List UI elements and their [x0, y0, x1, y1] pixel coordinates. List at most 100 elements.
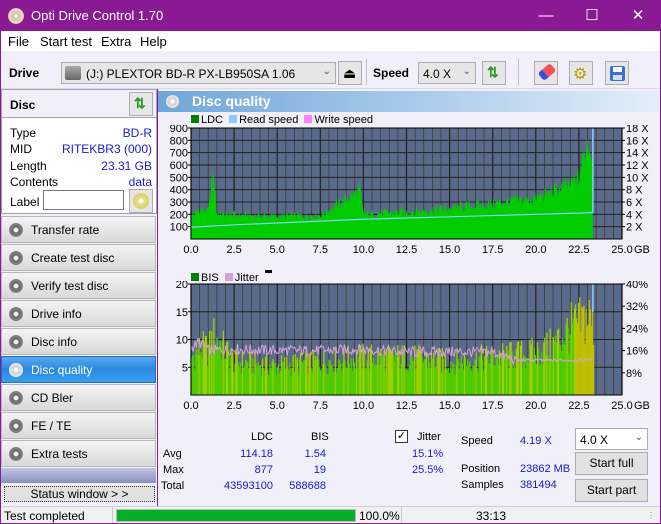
y-tick-label: 400 — [170, 185, 188, 197]
x-tick-label: 7.5 — [313, 400, 328, 412]
x-tick-label: 5.0 — [270, 400, 285, 412]
x-tick-label: 2.5 — [226, 400, 241, 412]
y2-tick-label: 2 X — [626, 222, 643, 234]
y2-tick-label: 8 X — [626, 185, 643, 197]
x-tick-label: 12.5 — [396, 400, 417, 412]
y2-tick-label: 16% — [626, 346, 648, 358]
nav-transfer-rate[interactable]: Transfer rate — [1, 216, 156, 243]
bis-chart: 5 10 15 20 8% 16% 24% 32% 40% 0.0 2.5 5.0 7.5 10.0 12.… — [176, 281, 650, 412]
x-tick-label: 7.5 — [313, 244, 328, 256]
disc-nav-icon — [9, 447, 23, 461]
stats-avg-ldc: 114.18 — [240, 448, 273, 460]
start-full-button[interactable]: Start full — [575, 452, 648, 475]
y-tick-label: 700 — [170, 148, 188, 160]
test-speed-select[interactable]: 4.0 X ⌄ — [575, 428, 648, 450]
x-axis-label: GB — [634, 244, 650, 256]
refresh-arrows-icon: ⇅ — [134, 95, 146, 111]
y2-tick-label: 6 X — [626, 197, 643, 209]
stats-total-ldc: 43593100 — [224, 480, 273, 492]
progress-bar — [116, 509, 356, 522]
drive-icon — [65, 66, 81, 80]
toolbar: Drive (J:) PLEXTOR BD-R PX-LB950SA 1.06 … — [1, 51, 660, 89]
x-tick-label: 22.5 — [568, 400, 589, 412]
eject-button[interactable]: ⏏ — [338, 61, 362, 85]
legend-swatch-bis — [191, 273, 199, 281]
disc-label-input[interactable] — [43, 190, 124, 210]
window-title: Opti Drive Control 1.70 — [31, 8, 164, 23]
samples-label: Samples — [461, 479, 504, 491]
floppy-save-icon — [610, 66, 625, 81]
disc-refresh-button[interactable]: ⇅ — [129, 92, 153, 116]
x-tick-label: 25.0 — [611, 244, 632, 256]
status-window-button[interactable]: Status window > > — [4, 486, 155, 502]
maximize-button[interactable]: ☐ — [569, 0, 615, 31]
stats-max-ldc: 877 — [254, 464, 273, 476]
y-tick-label: 600 — [170, 160, 188, 172]
save-button[interactable] — [605, 61, 629, 85]
refresh-button[interactable]: ⇅ — [482, 61, 506, 85]
start-part-button[interactable]: Start part — [575, 479, 648, 502]
stats-total-bis: 588688 — [289, 480, 326, 492]
toolbar-divider — [366, 59, 367, 85]
x-tick-label: 0.0 — [183, 400, 198, 412]
y2-tick-label: 32% — [626, 301, 648, 313]
chevron-down-icon: ⌄ — [322, 66, 331, 77]
legend-swatch-ldc — [191, 115, 199, 123]
jitter-checkbox[interactable]: ✓ — [395, 430, 408, 443]
refresh-arrows-icon: ⇅ — [487, 64, 499, 80]
gears-icon: ⚙ — [573, 66, 588, 83]
title-bar: Opti Drive Control 1.70 — ☐ ✕ — [0, 0, 661, 31]
nav-cd-bler[interactable]: CD Bler — [1, 384, 156, 411]
x-tick-label: 22.5 — [568, 244, 589, 256]
settings-button[interactable]: ⚙ — [569, 61, 593, 85]
x-axis-label: GB — [634, 400, 650, 412]
disc-header: Disc — [10, 98, 36, 112]
x-tick-label: 17.5 — [482, 400, 503, 412]
legend-marker — [264, 270, 272, 273]
disc-icon — [133, 193, 149, 209]
nav-fe-te[interactable]: FE / TE — [1, 412, 156, 439]
x-tick-label: 15.0 — [439, 400, 460, 412]
x-tick-label: 10.0 — [353, 400, 374, 412]
nav-drive-info[interactable]: Drive info — [1, 300, 156, 327]
stats-col-bis: BIS — [311, 431, 329, 443]
status-divider — [112, 507, 113, 523]
y2-tick-label: 18 X — [626, 125, 649, 135]
y2-tick-label: 16 X — [626, 135, 649, 147]
y-tick-label: 5 — [182, 362, 188, 374]
disc-quality-panel: Disc quality LDC Read speed Write speed … — [158, 89, 660, 506]
panel-title: Disc quality — [192, 93, 271, 109]
disc-label-button[interactable] — [129, 189, 153, 213]
y2-tick-label: 14 X — [626, 148, 649, 160]
x-tick-label: 20.0 — [525, 400, 546, 412]
menu-file[interactable]: File — [8, 34, 29, 49]
nav-disc-info[interactable]: Disc info — [1, 328, 156, 355]
close-button[interactable]: ✕ — [615, 0, 661, 31]
stats-total-label: Total — [161, 480, 185, 492]
drive-value: (J:) PLEXTOR BD-R PX-LB950SA 1.06 — [86, 67, 296, 81]
minimize-button[interactable]: — — [523, 0, 569, 31]
y-tick-label: 900 — [170, 125, 188, 135]
test-speed-value: 4.0 X — [580, 433, 609, 447]
nav-verify-test-disc[interactable]: Verify test disc — [1, 272, 156, 299]
position-value: 23862 MB — [520, 463, 571, 475]
stats-max-label: Max — [163, 464, 184, 476]
disc-nav-icon — [9, 251, 23, 265]
menu-help[interactable]: Help — [140, 34, 167, 49]
drive-label: Drive — [9, 66, 40, 80]
resize-grip-icon[interactable]: ⋮ — [647, 511, 655, 520]
nav-extra-tests[interactable]: Extra tests — [1, 440, 156, 467]
nav-create-test-disc[interactable]: Create test disc — [1, 244, 156, 271]
disc-nav-icon — [9, 307, 23, 321]
progress-fill — [117, 510, 355, 521]
menu-start-test[interactable]: Start test — [40, 34, 92, 49]
stats-max-jitter: 25.5% — [412, 464, 444, 476]
menu-extra[interactable]: Extra — [101, 34, 131, 49]
sidebar: Disc ⇅ Type BD-R MID RITEKBR3 (000) Length… — [1, 89, 157, 506]
erase-button[interactable] — [534, 61, 558, 85]
y-tick-label: 200 — [170, 209, 188, 221]
nav-disc-quality[interactable]: Disc quality — [1, 356, 156, 383]
drive-select[interactable]: (J:) PLEXTOR BD-R PX-LB950SA 1.06 ⌄ — [61, 62, 336, 84]
x-tick-label: 10.0 — [353, 244, 374, 256]
speed-select[interactable]: 4.0 X ⌄ — [418, 62, 476, 84]
